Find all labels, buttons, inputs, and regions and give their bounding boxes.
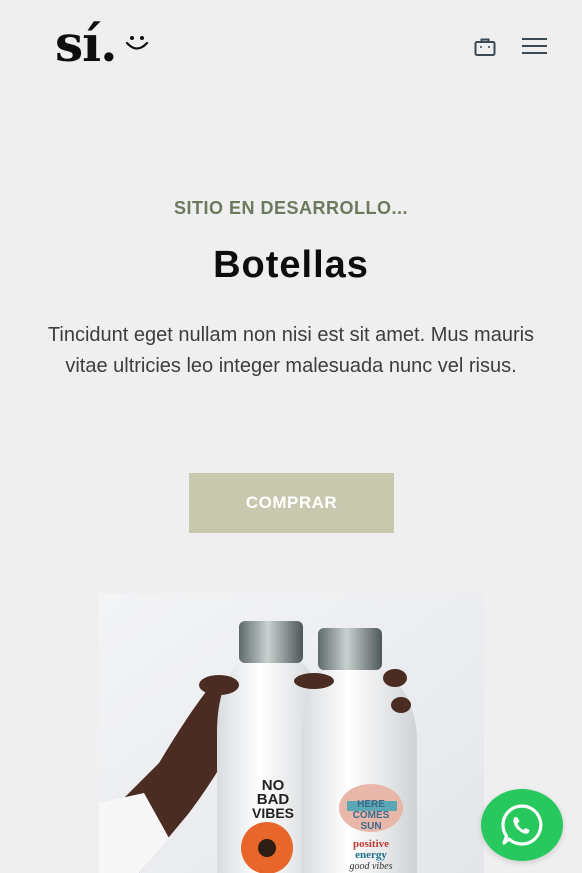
site-header: sí. (0, 0, 582, 100)
buy-button[interactable]: COMPRAR (189, 473, 394, 533)
right-bottle-label-1: HERE (357, 799, 385, 810)
smile-icon (125, 36, 149, 50)
bottles-illustration: NO BAD VIBES HERE COMES SUN positive ene… (99, 593, 484, 873)
right-bottle-label-6: good vibes (349, 861, 392, 872)
right-bottle-label-2: COMES (353, 810, 390, 821)
whatsapp-icon (501, 804, 543, 846)
right-bottle-label-5: energy (355, 849, 387, 861)
right-bottle-label-3: SUN (360, 821, 381, 832)
logo-text: sí. (55, 14, 118, 73)
whatsapp-button[interactable] (481, 789, 563, 861)
shopping-bag-icon[interactable] (474, 37, 496, 57)
page-title: Botellas (213, 244, 369, 286)
hamburger-menu-icon[interactable] (522, 36, 547, 56)
left-bottle-label-3: VIBES (252, 805, 294, 821)
site-logo[interactable]: sí. (55, 14, 155, 74)
section-eyebrow: SITIO EN DESARROLLO... (173, 198, 408, 218)
product-photo: NO BAD VIBES HERE COMES SUN positive ene… (99, 593, 484, 873)
section-description: Tincidunt eget nullam non nisi est sit a… (47, 324, 535, 377)
flower-icon (241, 822, 293, 873)
